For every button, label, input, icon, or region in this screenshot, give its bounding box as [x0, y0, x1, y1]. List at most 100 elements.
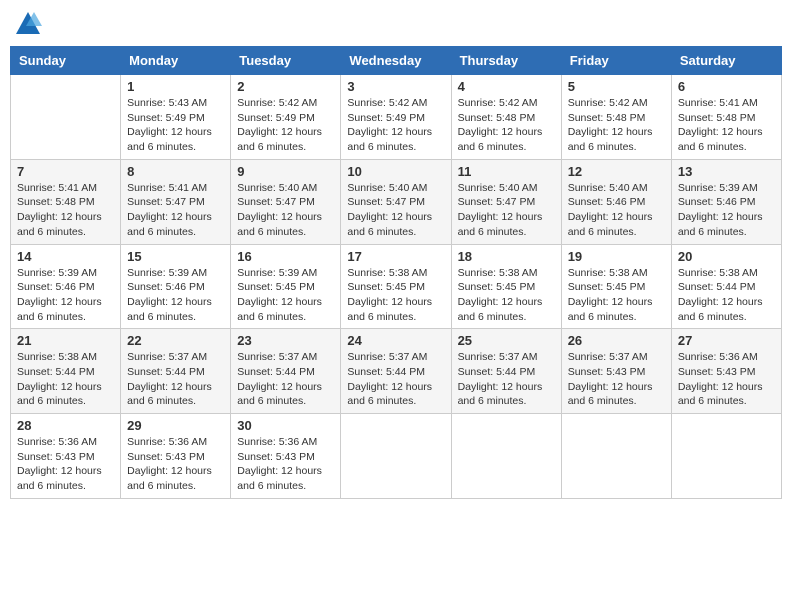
day-of-week-header: Monday — [121, 47, 231, 75]
calendar-cell: 2 Sunrise: 5:42 AM Sunset: 5:49 PM Daylig… — [231, 75, 341, 160]
day-info: Sunrise: 5:36 AM Sunset: 5:43 PM Dayligh… — [678, 350, 775, 409]
calendar-cell — [671, 414, 781, 499]
calendar-week-row: 1 Sunrise: 5:43 AM Sunset: 5:49 PM Daylig… — [11, 75, 782, 160]
day-number: 9 — [237, 164, 334, 179]
day-info: Sunrise: 5:41 AM Sunset: 5:47 PM Dayligh… — [127, 181, 224, 240]
day-info: Sunrise: 5:42 AM Sunset: 5:48 PM Dayligh… — [458, 96, 555, 155]
calendar-cell: 21 Sunrise: 5:38 AM Sunset: 5:44 PM Dayli… — [11, 329, 121, 414]
day-info: Sunrise: 5:37 AM Sunset: 5:44 PM Dayligh… — [127, 350, 224, 409]
calendar-cell: 8 Sunrise: 5:41 AM Sunset: 5:47 PM Daylig… — [121, 159, 231, 244]
day-info: Sunrise: 5:37 AM Sunset: 5:44 PM Dayligh… — [458, 350, 555, 409]
calendar-cell: 13Sunrise: 5:39 AM Sunset: 5:46 PM Dayli… — [671, 159, 781, 244]
calendar-cell: 26 Sunrise: 5:37 AM Sunset: 5:43 PM Dayli… — [561, 329, 671, 414]
day-number: 17 — [347, 249, 444, 264]
day-number: 23 — [237, 333, 334, 348]
day-number: 1 — [127, 79, 224, 94]
day-info: Sunrise: 5:38 AM Sunset: 5:44 PM Dayligh… — [678, 266, 775, 325]
day-info: Sunrise: 5:36 AM Sunset: 5:43 PM Dayligh… — [127, 435, 224, 494]
day-number: 26 — [568, 333, 665, 348]
day-number: 11 — [458, 164, 555, 179]
calendar-cell — [11, 75, 121, 160]
calendar-header-row: SundayMondayTuesdayWednesdayThursdayFrid… — [11, 47, 782, 75]
day-of-week-header: Wednesday — [341, 47, 451, 75]
day-number: 4 — [458, 79, 555, 94]
calendar-cell: 29Sunrise: 5:36 AM Sunset: 5:43 PM Dayli… — [121, 414, 231, 499]
day-number: 3 — [347, 79, 444, 94]
calendar-cell: 16Sunrise: 5:39 AM Sunset: 5:45 PM Dayli… — [231, 244, 341, 329]
day-info: Sunrise: 5:42 AM Sunset: 5:49 PM Dayligh… — [237, 96, 334, 155]
day-info: Sunrise: 5:42 AM Sunset: 5:49 PM Dayligh… — [347, 96, 444, 155]
calendar-cell: 10 Sunrise: 5:40 AM Sunset: 5:47 PM Dayli… — [341, 159, 451, 244]
day-info: Sunrise: 5:36 AM Sunset: 5:43 PM Dayligh… — [237, 435, 334, 494]
calendar-cell — [451, 414, 561, 499]
day-number: 12 — [568, 164, 665, 179]
day-of-week-header: Thursday — [451, 47, 561, 75]
calendar-cell: 24 Sunrise: 5:37 AM Sunset: 5:44 PM Dayli… — [341, 329, 451, 414]
day-info: Sunrise: 5:40 AM Sunset: 5:47 PM Dayligh… — [458, 181, 555, 240]
logo — [14, 10, 46, 38]
day-of-week-header: Friday — [561, 47, 671, 75]
day-info: Sunrise: 5:38 AM Sunset: 5:45 PM Dayligh… — [347, 266, 444, 325]
calendar-cell: 11 Sunrise: 5:40 AM Sunset: 5:47 PM Dayli… — [451, 159, 561, 244]
calendar-cell: 17 Sunrise: 5:38 AM Sunset: 5:45 PM Dayli… — [341, 244, 451, 329]
day-of-week-header: Sunday — [11, 47, 121, 75]
calendar-week-row: 28 Sunrise: 5:36 AM Sunset: 5:43 PM Dayli… — [11, 414, 782, 499]
day-info: Sunrise: 5:41 AM Sunset: 5:48 PM Dayligh… — [678, 96, 775, 155]
day-number: 20 — [678, 249, 775, 264]
day-number: 28 — [17, 418, 114, 433]
day-number: 19 — [568, 249, 665, 264]
calendar-week-row: 7Sunrise: 5:41 AM Sunset: 5:48 PM Daylig… — [11, 159, 782, 244]
day-number: 2 — [237, 79, 334, 94]
day-of-week-header: Saturday — [671, 47, 781, 75]
calendar-cell: 5Sunrise: 5:42 AM Sunset: 5:48 PM Daylig… — [561, 75, 671, 160]
day-info: Sunrise: 5:40 AM Sunset: 5:46 PM Dayligh… — [568, 181, 665, 240]
day-number: 30 — [237, 418, 334, 433]
day-number: 6 — [678, 79, 775, 94]
day-number: 27 — [678, 333, 775, 348]
day-info: Sunrise: 5:37 AM Sunset: 5:44 PM Dayligh… — [237, 350, 334, 409]
calendar-cell: 23 Sunrise: 5:37 AM Sunset: 5:44 PM Dayli… — [231, 329, 341, 414]
calendar-cell: 14 Sunrise: 5:39 AM Sunset: 5:46 PM Dayli… — [11, 244, 121, 329]
day-number: 18 — [458, 249, 555, 264]
day-info: Sunrise: 5:38 AM Sunset: 5:44 PM Dayligh… — [17, 350, 114, 409]
calendar-cell — [561, 414, 671, 499]
day-info: Sunrise: 5:37 AM Sunset: 5:43 PM Dayligh… — [568, 350, 665, 409]
day-number: 24 — [347, 333, 444, 348]
calendar-cell: 1 Sunrise: 5:43 AM Sunset: 5:49 PM Daylig… — [121, 75, 231, 160]
day-number: 5 — [568, 79, 665, 94]
day-info: Sunrise: 5:43 AM Sunset: 5:49 PM Dayligh… — [127, 96, 224, 155]
day-info: Sunrise: 5:40 AM Sunset: 5:47 PM Dayligh… — [347, 181, 444, 240]
calendar-cell: 19 Sunrise: 5:38 AM Sunset: 5:45 PM Dayli… — [561, 244, 671, 329]
calendar-cell: 12 Sunrise: 5:40 AM Sunset: 5:46 PM Dayli… — [561, 159, 671, 244]
day-info: Sunrise: 5:36 AM Sunset: 5:43 PM Dayligh… — [17, 435, 114, 494]
calendar-cell — [341, 414, 451, 499]
calendar-cell: 20 Sunrise: 5:38 AM Sunset: 5:44 PM Dayli… — [671, 244, 781, 329]
calendar-cell: 3 Sunrise: 5:42 AM Sunset: 5:49 PM Daylig… — [341, 75, 451, 160]
calendar-cell: 22Sunrise: 5:37 AM Sunset: 5:44 PM Dayli… — [121, 329, 231, 414]
logo-icon — [14, 10, 42, 38]
day-info: Sunrise: 5:37 AM Sunset: 5:44 PM Dayligh… — [347, 350, 444, 409]
calendar-cell: 25Sunrise: 5:37 AM Sunset: 5:44 PM Dayli… — [451, 329, 561, 414]
day-number: 8 — [127, 164, 224, 179]
calendar-week-row: 14 Sunrise: 5:39 AM Sunset: 5:46 PM Dayli… — [11, 244, 782, 329]
day-number: 14 — [17, 249, 114, 264]
day-number: 13 — [678, 164, 775, 179]
calendar-cell: 9 Sunrise: 5:40 AM Sunset: 5:47 PM Daylig… — [231, 159, 341, 244]
day-info: Sunrise: 5:40 AM Sunset: 5:47 PM Dayligh… — [237, 181, 334, 240]
day-info: Sunrise: 5:39 AM Sunset: 5:45 PM Dayligh… — [237, 266, 334, 325]
page-header — [10, 10, 782, 38]
calendar-cell: 6 Sunrise: 5:41 AM Sunset: 5:48 PM Daylig… — [671, 75, 781, 160]
day-number: 21 — [17, 333, 114, 348]
calendar-cell: 15Sunrise: 5:39 AM Sunset: 5:46 PM Dayli… — [121, 244, 231, 329]
day-info: Sunrise: 5:39 AM Sunset: 5:46 PM Dayligh… — [17, 266, 114, 325]
calendar-week-row: 21 Sunrise: 5:38 AM Sunset: 5:44 PM Dayli… — [11, 329, 782, 414]
day-number: 15 — [127, 249, 224, 264]
calendar-cell: 28 Sunrise: 5:36 AM Sunset: 5:43 PM Dayli… — [11, 414, 121, 499]
calendar-table: SundayMondayTuesdayWednesdayThursdayFrid… — [10, 46, 782, 499]
day-number: 10 — [347, 164, 444, 179]
calendar-cell: 7Sunrise: 5:41 AM Sunset: 5:48 PM Daylig… — [11, 159, 121, 244]
calendar-cell: 27 Sunrise: 5:36 AM Sunset: 5:43 PM Dayli… — [671, 329, 781, 414]
day-of-week-header: Tuesday — [231, 47, 341, 75]
calendar-cell: 4 Sunrise: 5:42 AM Sunset: 5:48 PM Daylig… — [451, 75, 561, 160]
day-info: Sunrise: 5:38 AM Sunset: 5:45 PM Dayligh… — [568, 266, 665, 325]
